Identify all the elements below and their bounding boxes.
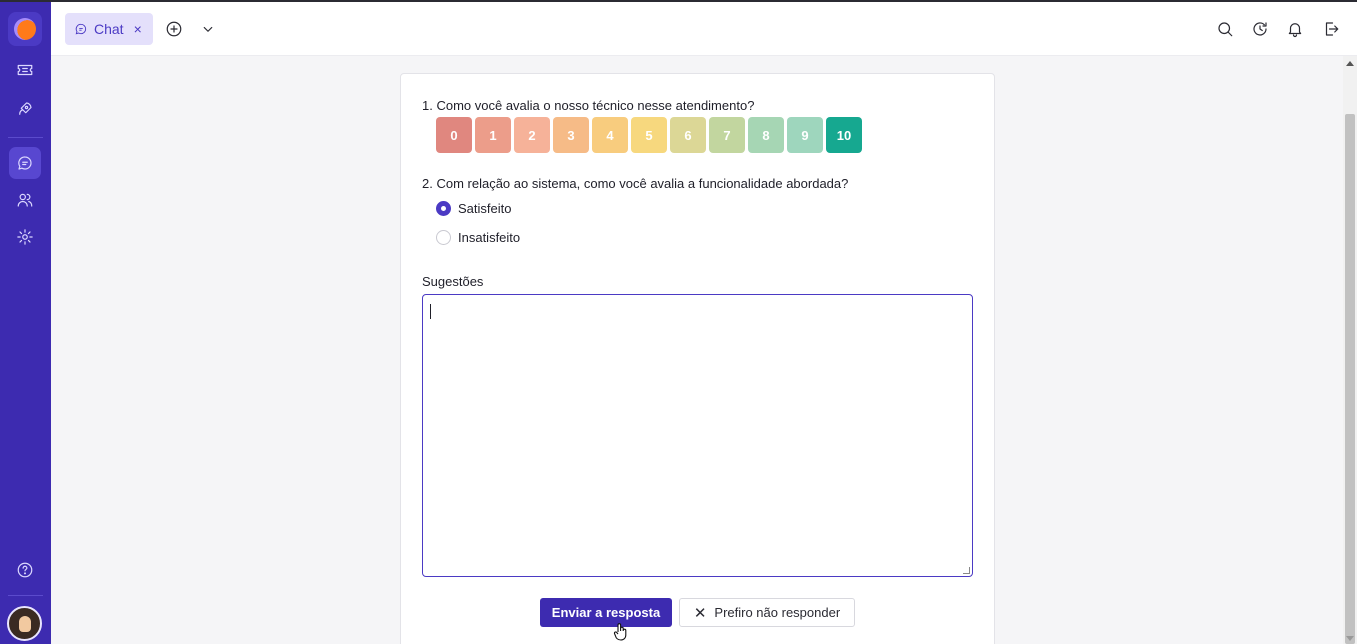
close-icon[interactable]: × — [134, 21, 142, 37]
text-caret — [430, 304, 431, 319]
tabs-dropdown-button[interactable] — [196, 17, 220, 41]
rating-option-5[interactable]: 5 — [631, 117, 667, 153]
sidebar-divider — [8, 595, 43, 596]
sidebar-divider — [8, 137, 43, 138]
option-label: Insatisfeito — [458, 230, 521, 245]
rating-option-3[interactable]: 3 — [553, 117, 589, 153]
chat-icon[interactable] — [9, 147, 41, 179]
option-label: Satisfeito — [458, 201, 512, 216]
tab-label: Chat — [94, 21, 124, 37]
rating-option-7[interactable]: 7 — [709, 117, 745, 153]
tab-chat[interactable]: Chat × — [65, 13, 153, 45]
suggestions-textarea[interactable] — [422, 294, 973, 577]
logo-icon[interactable] — [8, 12, 42, 46]
history-button[interactable] — [1248, 17, 1272, 41]
rating-scale: 0 1 2 3 4 5 6 7 8 9 10 — [436, 117, 862, 153]
chevron-down-icon — [203, 26, 213, 32]
question-2-label: 2. Com relação ao sistema, como você ava… — [422, 176, 849, 191]
scroll-up-arrow[interactable] — [1346, 61, 1354, 66]
rating-option-1[interactable]: 1 — [475, 117, 511, 153]
chat-icon — [75, 23, 87, 35]
option-satisfeito[interactable]: Satisfeito — [436, 201, 511, 216]
vertical-scrollbar[interactable] — [1343, 56, 1357, 644]
question-1-label: 1. Como você avalia o nosso técnico ness… — [422, 98, 755, 113]
hand-cursor-icon — [613, 623, 627, 641]
option-insatisfeito[interactable]: Insatisfeito — [436, 230, 520, 245]
help-icon[interactable] — [9, 554, 41, 586]
skip-button[interactable]: ✕ Prefiro não responder — [679, 598, 855, 627]
submit-button[interactable]: Enviar a resposta — [540, 598, 672, 627]
rating-option-9[interactable]: 9 — [787, 117, 823, 153]
radio-checked-icon[interactable] — [436, 201, 451, 216]
gear-icon[interactable] — [9, 221, 41, 253]
rating-option-6[interactable]: 6 — [670, 117, 706, 153]
survey-card: 1. Como você avalia o nosso técnico ness… — [400, 73, 995, 644]
notifications-button[interactable] — [1283, 17, 1307, 41]
bell-icon — [1288, 23, 1302, 38]
sidebar — [0, 2, 51, 644]
search-button[interactable] — [1213, 17, 1237, 41]
close-icon: ✕ — [693, 604, 707, 622]
history-icon — [1253, 22, 1267, 36]
rating-option-2[interactable]: 2 — [514, 117, 550, 153]
plus-circle-icon — [166, 21, 182, 37]
search-icon — [1218, 22, 1233, 37]
logout-icon — [1325, 22, 1339, 36]
rating-option-10[interactable]: 10 — [826, 117, 862, 153]
avatar[interactable] — [7, 606, 42, 641]
ticket-icon[interactable] — [9, 54, 41, 86]
logout-button[interactable] — [1319, 17, 1343, 41]
scroll-thumb[interactable] — [1345, 114, 1355, 644]
radio-unchecked-icon[interactable] — [436, 230, 451, 245]
users-icon[interactable] — [9, 184, 41, 216]
rating-option-8[interactable]: 8 — [748, 117, 784, 153]
rocket-icon[interactable] — [9, 93, 41, 125]
skip-label: Prefiro não responder — [714, 605, 841, 620]
top-bar: Chat × — [51, 2, 1357, 56]
rating-option-4[interactable]: 4 — [592, 117, 628, 153]
suggestions-label: Sugestões — [422, 274, 484, 289]
rating-option-0[interactable]: 0 — [436, 117, 472, 153]
resize-handle[interactable] — [963, 567, 970, 574]
scroll-down-arrow[interactable] — [1346, 636, 1354, 641]
add-tab-button[interactable] — [162, 17, 186, 41]
